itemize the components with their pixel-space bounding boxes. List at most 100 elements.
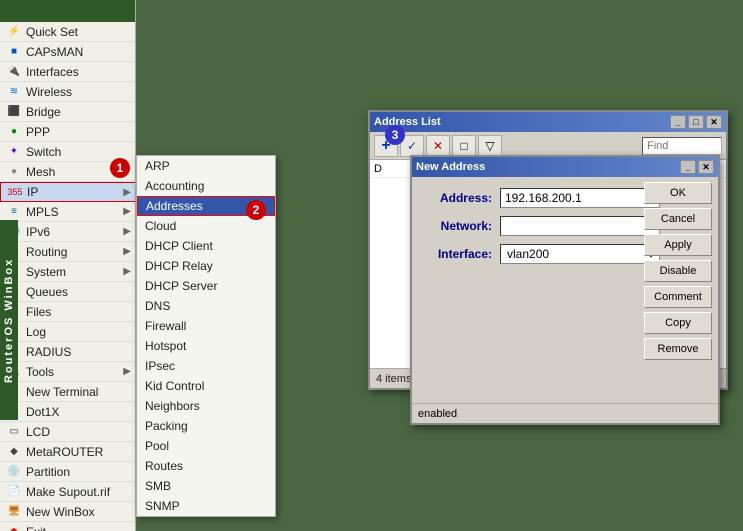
sidebar-item-ipv6[interactable]: 🌐 IPv6 ▶: [0, 222, 135, 242]
sidebar-item-exit[interactable]: ⏏ Exit: [0, 522, 135, 531]
sidebar-header: [0, 0, 135, 22]
winbox-label: RouterOS WinBox: [0, 220, 18, 420]
interface-select[interactable]: vlan200: [500, 244, 660, 264]
switch-icon: ✦: [6, 144, 22, 160]
sidebar-item-ip[interactable]: 355 IP ▶: [0, 182, 135, 202]
context-item-packing[interactable]: Packing: [137, 416, 275, 436]
new-winbox-icon: 🖥: [6, 504, 22, 520]
context-item-kid-control[interactable]: Kid Control: [137, 376, 275, 396]
new-addr-close-btn[interactable]: ✕: [698, 160, 714, 174]
context-item-dhcp-client[interactable]: DHCP Client: [137, 236, 275, 256]
system-arrow-icon: ▶: [123, 266, 131, 277]
context-item-dhcp-server[interactable]: DHCP Server: [137, 276, 275, 296]
sidebar-label-queues: Queues: [26, 285, 131, 299]
addr-list-title: Address List: [374, 116, 668, 128]
addr-list-minimize-btn[interactable]: _: [670, 115, 686, 129]
sidebar-item-partition[interactable]: 💿 Partition: [0, 462, 135, 482]
new-addr-minimize-btn[interactable]: _: [680, 160, 696, 174]
mesh-icon: ●: [6, 164, 22, 180]
sidebar-item-capsman[interactable]: ■ CAPsMAN: [0, 42, 135, 62]
sidebar-label-dot1x: Dot1X: [26, 405, 131, 419]
sidebar-label-interfaces: Interfaces: [26, 65, 131, 79]
sidebar-item-interfaces[interactable]: 🔌 Interfaces: [0, 62, 135, 82]
context-item-smb[interactable]: SMB: [137, 476, 275, 496]
context-item-ipsec[interactable]: IPsec: [137, 356, 275, 376]
sidebar-label-bridge: Bridge: [26, 105, 131, 119]
new-address-dialog: New Address _ ✕ Address: Network: Interf…: [410, 155, 720, 425]
context-item-dns[interactable]: DNS: [137, 296, 275, 316]
sidebar-label-ppp: PPP: [26, 125, 131, 139]
quick-set-icon: ⚡: [6, 24, 22, 40]
sidebar-item-routing[interactable]: ↗ Routing ▶: [0, 242, 135, 262]
ppp-icon: ●: [6, 124, 22, 140]
sidebar-item-mpls[interactable]: ≡ MPLS ▶: [0, 202, 135, 222]
ipv6-arrow-icon: ▶: [123, 226, 131, 237]
context-item-routes[interactable]: Routes: [137, 456, 275, 476]
mpls-icon: ≡: [6, 204, 22, 220]
interface-label: Interface:: [420, 247, 500, 261]
make-supout-icon: 📄: [6, 484, 22, 500]
addr-list-maximize-btn[interactable]: □: [688, 115, 704, 129]
new-addr-title: New Address: [416, 161, 485, 173]
context-item-accounting[interactable]: Accounting: [137, 176, 275, 196]
sidebar-label-quick-set: Quick Set: [26, 25, 131, 39]
context-item-pool[interactable]: Pool: [137, 436, 275, 456]
context-item-hotspot[interactable]: Hotspot: [137, 336, 275, 356]
sidebar-label-files: Files: [26, 305, 131, 319]
context-item-arp[interactable]: ARP: [137, 156, 275, 176]
network-label: Network:: [420, 219, 500, 233]
sidebar-label-partition: Partition: [26, 465, 131, 479]
sidebar-item-quick-set[interactable]: ⚡ Quick Set: [0, 22, 135, 42]
sidebar-label-radius: RADIUS: [26, 345, 131, 359]
address-label: Address:: [420, 191, 500, 205]
copy-button[interactable]: Copy: [644, 312, 712, 334]
sidebar-item-lcd[interactable]: ▭ LCD: [0, 422, 135, 442]
disable-button[interactable]: Disable: [644, 260, 712, 282]
context-item-firewall[interactable]: Firewall: [137, 316, 275, 336]
new-addr-status: enabled: [412, 403, 718, 423]
sidebar-item-make-supout[interactable]: 📄 Make Supout.rif: [0, 482, 135, 502]
sidebar-item-ppp[interactable]: ● PPP: [0, 122, 135, 142]
ok-button[interactable]: OK: [644, 182, 712, 204]
sidebar-item-wireless[interactable]: ≋ Wireless: [0, 82, 135, 102]
sidebar-item-files[interactable]: 📁 Files: [0, 302, 135, 322]
filter-btn[interactable]: ▽: [478, 135, 502, 157]
address-input[interactable]: [500, 188, 660, 208]
sidebar-item-log[interactable]: 📋 Log: [0, 322, 135, 342]
sidebar-label-metarouter: MetaROUTER: [26, 445, 131, 459]
context-item-dhcp-relay[interactable]: DHCP Relay: [137, 256, 275, 276]
sidebar-item-new-winbox[interactable]: 🖥 New WinBox: [0, 502, 135, 522]
sidebar-item-new-terminal[interactable]: ▣ New Terminal: [0, 382, 135, 402]
lcd-icon: ▭: [6, 424, 22, 440]
exit-icon: ⏏: [6, 524, 22, 531]
copy-btn[interactable]: □: [452, 135, 476, 157]
sidebar-item-tools[interactable]: 🔧 Tools ▶: [0, 362, 135, 382]
sidebar-item-bridge[interactable]: ⬛ Bridge: [0, 102, 135, 122]
context-item-neighbors[interactable]: Neighbors: [137, 396, 275, 416]
delete-btn[interactable]: ✕: [426, 135, 450, 157]
remove-button[interactable]: Remove: [644, 338, 712, 360]
badge-step-1: 1: [110, 158, 130, 178]
apply-button[interactable]: Apply: [644, 234, 712, 256]
bridge-icon: ⬛: [6, 104, 22, 120]
sidebar-label-exit: Exit: [26, 525, 131, 531]
sidebar-item-dot1x[interactable]: ◈ Dot1X: [0, 402, 135, 422]
sidebar-label-lcd: LCD: [26, 425, 131, 439]
routing-arrow-icon: ▶: [123, 246, 131, 257]
sidebar-item-queues[interactable]: ▶ Queues: [0, 282, 135, 302]
sidebar-item-system[interactable]: ⚙ System ▶: [0, 262, 135, 282]
sidebar-item-radius[interactable]: ◉ RADIUS: [0, 342, 135, 362]
sidebar-label-ipv6: IPv6: [26, 225, 123, 239]
context-item-snmp[interactable]: SNMP: [137, 496, 275, 516]
sidebar-label-new-terminal: New Terminal: [26, 385, 131, 399]
sidebar-label-switch: Switch: [26, 145, 131, 159]
network-select[interactable]: [500, 216, 660, 236]
new-addr-titlebar: New Address _ ✕: [412, 157, 718, 177]
comment-button[interactable]: Comment: [644, 286, 712, 308]
addr-list-close-btn[interactable]: ✕: [706, 115, 722, 129]
find-input[interactable]: [642, 137, 722, 155]
cancel-button[interactable]: Cancel: [644, 208, 712, 230]
sidebar-item-metarouter[interactable]: ◆ MetaROUTER: [0, 442, 135, 462]
sidebar-label-capsman: CAPsMAN: [26, 45, 131, 59]
sidebar-label-ip: IP: [27, 185, 123, 199]
